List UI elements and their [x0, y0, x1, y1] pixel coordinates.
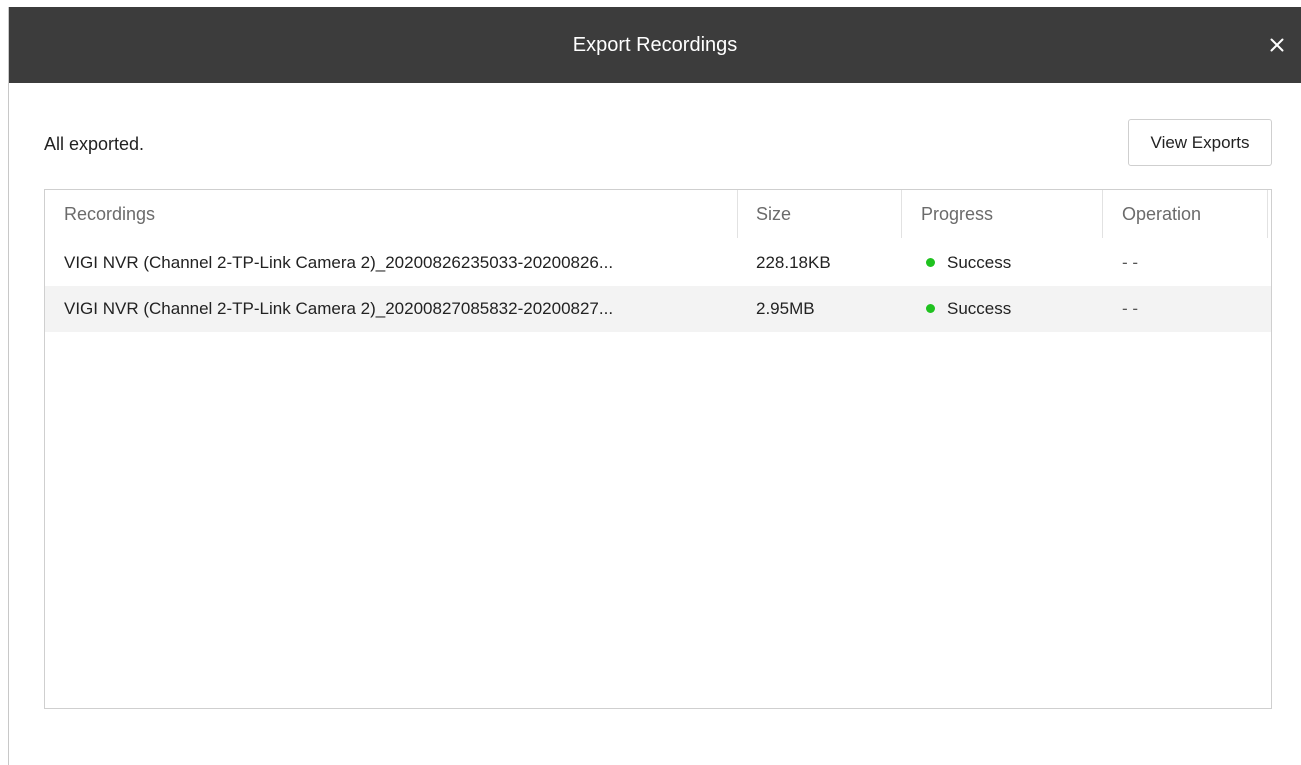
size-cell: 228.18KB [756, 253, 831, 272]
progress-cell: Success [926, 286, 1096, 332]
dialog-titlebar: Export Recordings [9, 7, 1301, 83]
table-row[interactable]: VIGI NVR (Channel 2-TP-Link Camera 2)_20… [45, 286, 1271, 332]
progress-label: Success [947, 253, 1012, 272]
column-header-size: Size [738, 190, 902, 238]
dialog-title: Export Recordings [572, 34, 738, 56]
operation-cell: - - [1122, 253, 1139, 272]
size-cell: 2.95MB [756, 299, 815, 318]
view-exports-button[interactable]: View Exports [1128, 119, 1272, 166]
column-header-operation: Operation [1103, 190, 1268, 238]
success-status-icon [926, 258, 935, 268]
progress-cell: Success [926, 240, 1096, 286]
column-header-progress: Progress [902, 190, 1103, 238]
progress-label: Success [947, 299, 1012, 318]
column-header-recordings: Recordings [45, 190, 738, 238]
success-status-icon [926, 304, 935, 314]
table-header: Recordings Size Progress Operation [45, 190, 1271, 238]
operation-cell: - - [1122, 299, 1139, 318]
export-recordings-dialog: Export Recordings All exported. View Exp… [8, 7, 1301, 765]
close-icon[interactable] [1265, 33, 1289, 57]
recording-name-cell: VIGI NVR (Channel 2-TP-Link Camera 2)_20… [64, 299, 614, 318]
table-row[interactable]: VIGI NVR (Channel 2-TP-Link Camera 2)_20… [45, 240, 1271, 286]
export-status-message: All exported. [44, 134, 145, 154]
recordings-table: Recordings Size Progress Operation VIGI … [44, 189, 1272, 709]
recording-name-cell: VIGI NVR (Channel 2-TP-Link Camera 2)_20… [64, 253, 614, 272]
